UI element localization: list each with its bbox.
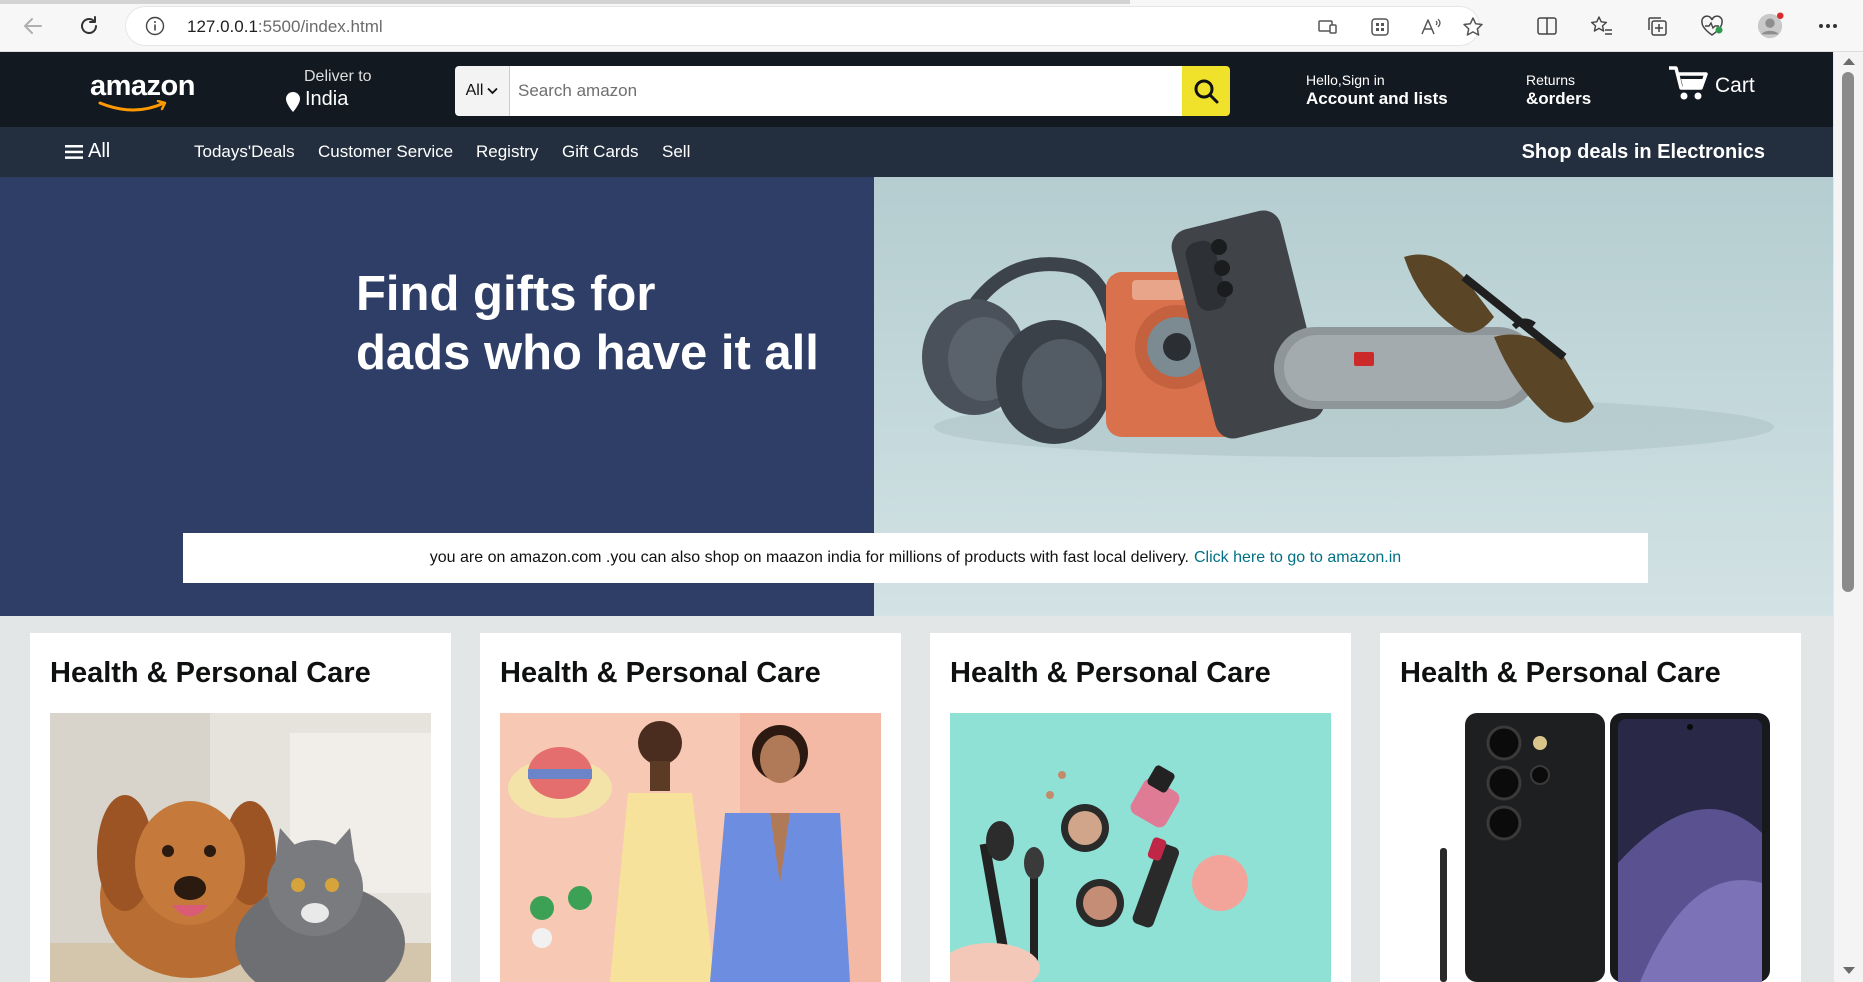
- cart-button[interactable]: Cart: [1667, 64, 1755, 104]
- hamburger-menu-icon: [65, 144, 83, 159]
- tab-strip: [0, 0, 1130, 4]
- search-bar: All: [455, 66, 1230, 116]
- cart-label: Cart: [1715, 74, 1755, 97]
- amazon-logo[interactable]: amazon: [90, 70, 200, 114]
- nav-link-sell[interactable]: Sell: [662, 142, 690, 162]
- category-card[interactable]: Health & Personal Care: [1380, 633, 1801, 982]
- search-icon: [1194, 79, 1219, 104]
- card-title: Health & Personal Care: [50, 657, 371, 689]
- category-card[interactable]: Health & Personal Care: [30, 633, 451, 982]
- amazon-india-link[interactable]: Click here to go to amazon.in: [1194, 549, 1401, 567]
- extensions-icon[interactable]: [1369, 16, 1391, 38]
- scroll-up-arrow-icon[interactable]: [1843, 58, 1855, 65]
- nav-link-todays-deals[interactable]: Todays'Deals: [194, 142, 295, 162]
- profile-avatar-icon[interactable]: [1756, 12, 1784, 40]
- info-icon[interactable]: [145, 16, 165, 41]
- nav-link-customer-service[interactable]: Customer Service: [318, 142, 453, 162]
- address-bar[interactable]: 127.0.0.1:5500/index.html: [125, 6, 1483, 46]
- cart-icon: [1669, 66, 1708, 100]
- deliver-location: India: [305, 88, 349, 110]
- deliver-label: Deliver to: [304, 68, 372, 85]
- hero-title: Find gifts for dads who have it all: [356, 267, 819, 380]
- split-screen-icon[interactable]: [1533, 12, 1561, 40]
- search-input[interactable]: [510, 66, 1182, 116]
- card-title: Health & Personal Care: [500, 657, 821, 689]
- back-icon[interactable]: [16, 9, 50, 43]
- returns-and-orders[interactable]: Returns &orders: [1526, 72, 1591, 109]
- nav-link-registry[interactable]: Registry: [476, 142, 538, 162]
- more-options-icon[interactable]: [1814, 12, 1842, 40]
- page-scrollbar[interactable]: [1833, 52, 1863, 982]
- search-button[interactable]: [1182, 66, 1230, 116]
- region-notice: you are on amazon.com .you can also shop…: [183, 533, 1648, 583]
- search-category-select[interactable]: All: [455, 66, 510, 116]
- pets-image[interactable]: [50, 713, 431, 982]
- smartphone-image[interactable]: [1400, 713, 1781, 982]
- card-title: Health & Personal Care: [1400, 657, 1721, 689]
- url-text: 127.0.0.1:5500/index.html: [187, 17, 383, 36]
- device-icon[interactable]: [1317, 16, 1339, 38]
- nav-link-gift-cards[interactable]: Gift Cards: [562, 142, 639, 162]
- card-title: Health & Personal Care: [950, 657, 1271, 689]
- reload-icon[interactable]: [72, 9, 106, 43]
- favorite-star-icon[interactable]: [1462, 16, 1484, 38]
- notice-text: you are on amazon.com .you can also shop…: [429, 549, 1189, 566]
- fashion-image[interactable]: [500, 713, 881, 982]
- hero-banner[interactable]: Find gifts for dads who have it all you …: [0, 177, 1833, 616]
- chevron-down-icon: [487, 87, 499, 95]
- browser-essentials-icon[interactable]: [1698, 12, 1726, 40]
- sub-navigation: All Todays'Deals Customer Service Regist…: [0, 127, 1833, 177]
- location-pin-icon: [286, 92, 300, 117]
- category-card[interactable]: Health & Personal Care: [480, 633, 901, 982]
- scroll-down-arrow-icon[interactable]: [1843, 967, 1855, 974]
- all-menu-button[interactable]: All: [65, 140, 110, 163]
- scroll-thumb[interactable]: [1842, 72, 1854, 592]
- account-and-lists[interactable]: Hello,Sign in Account and lists: [1306, 72, 1448, 109]
- collections-icon[interactable]: [1643, 12, 1671, 40]
- category-card[interactable]: Health & Personal Care: [930, 633, 1351, 982]
- browser-toolbar: 127.0.0.1:5500/index.html: [0, 0, 1863, 52]
- site-header: amazon Deliver to India All Hello,Sign i…: [0, 52, 1833, 127]
- read-aloud-icon[interactable]: [1420, 16, 1442, 38]
- headphones-image: [922, 257, 1121, 444]
- shop-deals-link[interactable]: Shop deals in Electronics: [1522, 141, 1765, 164]
- favorites-icon[interactable]: [1588, 12, 1616, 40]
- makeup-image[interactable]: [950, 713, 1331, 982]
